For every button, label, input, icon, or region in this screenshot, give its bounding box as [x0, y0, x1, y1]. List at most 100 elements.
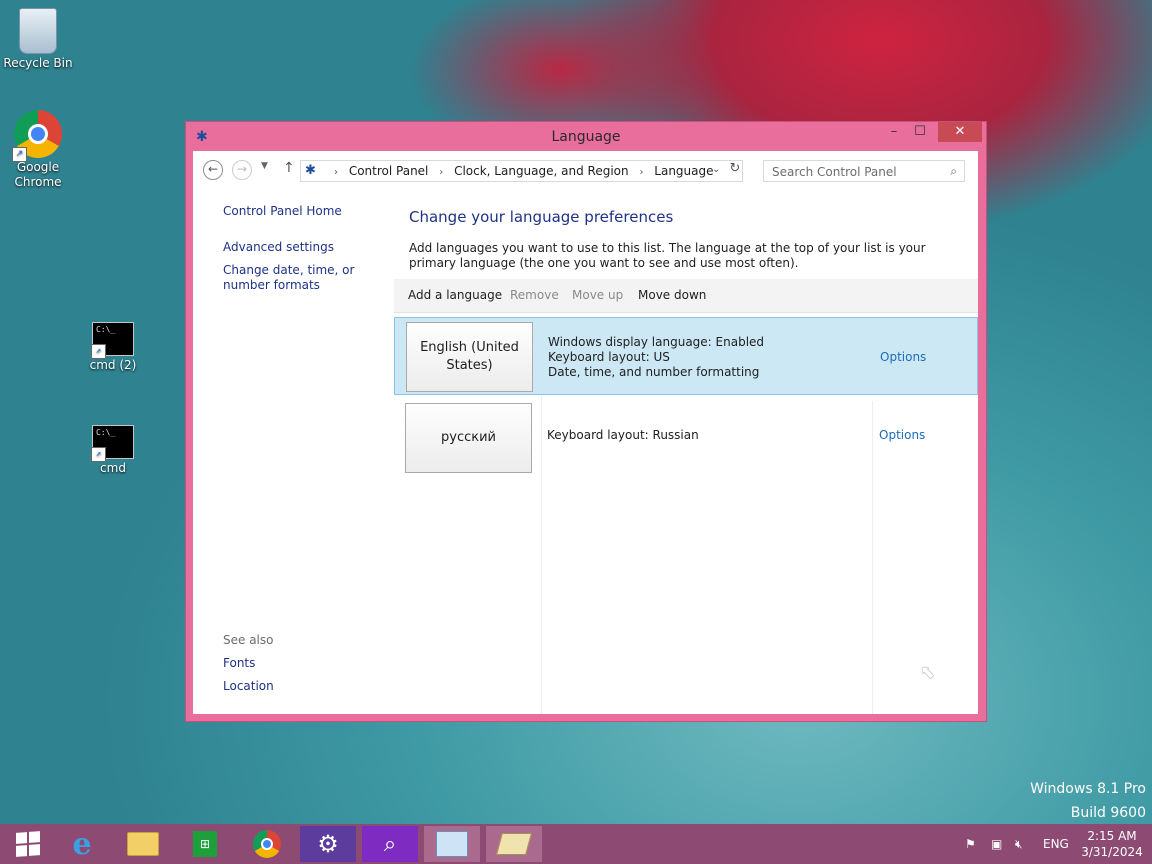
desktop-icon-label: Google Chrome [14, 160, 62, 189]
keyboard-layout: Keyboard layout: US [548, 350, 670, 364]
language-row-english[interactable]: English (United States) Windows display … [394, 317, 978, 395]
windows-build-watermark: Build 9600 [1070, 805, 1146, 821]
gear-icon: ⚙ [300, 826, 356, 862]
formatting-info: Date, time, and number formatting [548, 365, 760, 379]
desktop-icon-label: Recycle Bin [3, 56, 73, 70]
mouse-cursor-icon: ⬉ [920, 662, 936, 683]
control-panel-icon: ✱ [305, 163, 316, 178]
page-title: Change your language preferences [409, 208, 674, 226]
breadcrumb: › Control Panel › Clock, Language, and R… [327, 164, 714, 178]
search-placeholder: Search Control Panel [772, 165, 897, 179]
desktop-icon-label: cmd [100, 461, 126, 475]
action-center-flag-icon[interactable]: ⚑ [965, 824, 976, 864]
control-panel-icon [436, 831, 468, 857]
close-button[interactable]: ✕ [938, 122, 982, 142]
language-tile[interactable]: русский [405, 403, 532, 473]
taskbar-search[interactable]: ⌕ [362, 826, 418, 862]
language-row-russian[interactable]: русский Keyboard layout: Russian Options [394, 399, 978, 477]
move-up-button[interactable]: Move up [572, 288, 623, 302]
taskbar-chrome[interactable] [239, 826, 295, 862]
options-link-english[interactable]: Options [880, 350, 926, 364]
chevron-right-icon[interactable]: › [439, 167, 443, 178]
search-icon[interactable]: ⌕ [950, 164, 957, 179]
search-input[interactable]: Search Control Panel ⌕ [763, 160, 965, 182]
window-title: Language [551, 129, 621, 145]
remove-button[interactable]: Remove [510, 288, 559, 302]
move-down-button[interactable]: Move down [638, 288, 706, 302]
add-language-button[interactable]: Add a language [408, 288, 502, 302]
windows-logo-icon [16, 831, 40, 857]
network-icon[interactable]: ▣ [991, 824, 1002, 864]
shortcut-arrow-icon: ↗ [12, 147, 27, 162]
shortcut-arrow-icon: ↗ [91, 344, 106, 359]
input-language-indicator[interactable]: ENG [1043, 824, 1069, 864]
forward-button[interactable]: → [232, 160, 252, 180]
desktop-icon-google-chrome[interactable]: ↗ Google Chrome [0, 110, 78, 190]
language-window: ✱ Language – ☐ ✕ ← → ▼ ↑ ✱ › Control Pan… [186, 122, 986, 721]
recent-locations-button[interactable]: ▼ [261, 161, 268, 171]
folder-icon [127, 832, 159, 856]
taskbar-store[interactable]: ⊞ [177, 826, 233, 862]
pen-tablet-icon [496, 833, 532, 855]
volume-muted-icon[interactable]: 🔇︎ [1015, 824, 1023, 864]
taskbar-settings[interactable]: ⚙ [300, 826, 356, 862]
up-button[interactable]: ↑ [283, 160, 295, 176]
left-pane: Control Panel Home Advanced settings Cha… [193, 189, 393, 714]
language-tile[interactable]: English (United States) [406, 322, 533, 392]
language-toolbar: Add a language Remove Move up Move down [394, 279, 978, 313]
refresh-button[interactable]: ↻ [725, 161, 745, 181]
taskbar: e ⊞ ⚙ ⌕ ⚑ ▣ 🔇︎ ENG 2:15 AM 3/31/2024 [0, 824, 1152, 864]
chevron-right-icon[interactable]: › [639, 167, 643, 178]
advanced-settings-link[interactable]: Advanced settings [223, 240, 393, 255]
arrow-up-icon: ↑ [283, 160, 295, 176]
page-description: Add languages you want to use to this li… [409, 241, 926, 270]
minimize-button[interactable]: – [882, 122, 906, 142]
breadcrumb-clock-language-region[interactable]: Clock, Language, and Region [454, 164, 629, 178]
navigation-bar: ← → ▼ ↑ ✱ › Control Panel › Clock, Langu… [193, 151, 978, 189]
arrow-right-icon: → [236, 162, 248, 176]
see-also-heading: See also [223, 633, 274, 647]
taskbar-control-panel[interactable] [424, 826, 480, 862]
chevron-right-icon: › [334, 167, 338, 178]
cmd-icon: C:\_ ↗ [91, 322, 134, 359]
taskbar-internet-explorer[interactable]: e [54, 826, 110, 862]
cmd-icon: C:\_ ↗ [91, 425, 134, 462]
desktop-icon-recycle-bin[interactable]: Recycle Bin [0, 8, 78, 70]
maximize-button[interactable]: ☐ [908, 122, 932, 142]
clock-time: 2:15 AM [1087, 829, 1137, 843]
desktop-icon-cmd[interactable]: C:\_ ↗ cmd [73, 425, 153, 475]
language-info: Windows display language: Enabled Keyboa… [548, 335, 764, 380]
search-icon: ⌕ [362, 826, 418, 862]
language-list: English (United States) Windows display … [394, 317, 978, 714]
title-bar[interactable]: ✱ Language – ☐ ✕ [186, 122, 986, 151]
control-panel-home-link[interactable]: Control Panel Home [223, 204, 393, 219]
taskbar-pen-app[interactable] [486, 826, 542, 862]
recycle-bin-icon [19, 8, 57, 54]
address-bar[interactable]: ✱ › Control Panel › Clock, Language, and… [300, 160, 743, 182]
shortcut-arrow-icon: ↗ [91, 447, 106, 462]
language-info: Keyboard layout: Russian [547, 428, 699, 443]
chrome-icon [253, 830, 281, 858]
clock[interactable]: 2:15 AM 3/31/2024 [1080, 828, 1144, 860]
desktop-icon-label: cmd (2) [89, 358, 137, 372]
breadcrumb-control-panel[interactable]: Control Panel [349, 164, 429, 178]
desktop-icon-cmd-2[interactable]: C:\_ ↗ cmd (2) [73, 322, 153, 372]
store-icon: ⊞ [193, 831, 217, 857]
internet-explorer-icon: e [72, 826, 92, 862]
options-link-russian[interactable]: Options [879, 428, 925, 442]
display-language-status: Windows display language: Enabled [548, 335, 765, 349]
location-link[interactable]: Location [223, 679, 393, 694]
fonts-link[interactable]: Fonts [223, 656, 393, 671]
arrow-left-icon: ← [207, 162, 219, 176]
chevron-down-icon: ▼ [261, 161, 268, 171]
back-button[interactable]: ← [203, 160, 223, 180]
window-client: ← → ▼ ↑ ✱ › Control Panel › Clock, Langu… [193, 151, 978, 714]
breadcrumb-language[interactable]: Language [654, 164, 713, 178]
change-date-time-formats-link[interactable]: Change date, time, or number formats [223, 263, 391, 293]
chrome-icon: ↗ [12, 110, 62, 162]
keyboard-layout: Keyboard layout: Russian [547, 428, 699, 442]
start-button[interactable] [0, 826, 56, 862]
refresh-icon: ↻ [729, 161, 741, 176]
taskbar-file-explorer[interactable] [115, 826, 171, 862]
address-dropdown-icon[interactable]: ⌄ [712, 164, 720, 175]
